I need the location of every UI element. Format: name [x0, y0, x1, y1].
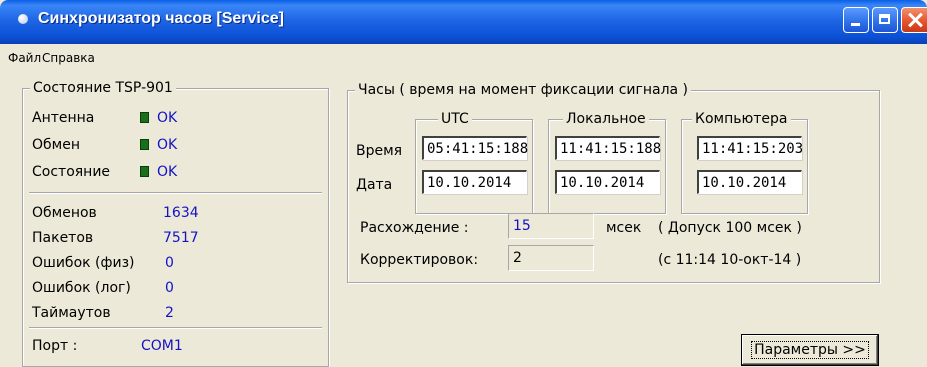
computer-title: Компьютера	[692, 111, 791, 127]
menu-help[interactable]: Справка	[42, 51, 95, 65]
antenna-label: Антенна	[32, 110, 95, 126]
state-status: OK	[157, 164, 178, 180]
exchange-led-icon	[140, 139, 149, 150]
clocks-group: Часы ( время на момент фиксации сигнала …	[347, 82, 880, 283]
utc-title: UTC	[438, 111, 472, 127]
packets-label: Пакетов	[32, 230, 94, 246]
local-title: Локальное	[563, 111, 649, 127]
clocks-group-title: Часы ( время на момент фиксации сигнала …	[355, 82, 692, 98]
corrections-since: (с 11:14 10-окт-14 )	[658, 252, 802, 268]
status-group: Состояние TSP-901 Антенна OK Обмен OK Со…	[22, 80, 329, 367]
computer-group: Компьютера 11:41:15:203 10.10.2014	[681, 111, 808, 214]
parameters-button-label: Параметры >>	[751, 341, 869, 359]
utc-date-field[interactable]: 10.10.2014	[422, 170, 527, 194]
local-time-field[interactable]: 11:41:15:188	[555, 136, 661, 160]
log-errors-label: Ошибок (лог)	[32, 280, 131, 296]
phys-errors-label: Ошибок (физ)	[32, 255, 135, 271]
antenna-status: OK	[157, 110, 178, 126]
maximize-icon[interactable]	[872, 7, 898, 33]
exchange-label: Обмен	[32, 137, 80, 153]
window-title: Синхронизатор часов [Service]	[38, 10, 284, 27]
minimize-icon[interactable]	[843, 7, 869, 33]
phys-errors-value: 0	[165, 255, 174, 271]
corrections-label: Корректировок:	[360, 252, 479, 268]
port-label: Порт :	[32, 338, 78, 354]
timeouts-label: Таймаутов	[32, 305, 111, 321]
menu-file[interactable]: Файл	[8, 51, 41, 65]
discrepancy-value: 15	[508, 213, 594, 239]
app-icon	[18, 14, 28, 24]
log-errors-value: 0	[165, 280, 174, 296]
port-value: COM1	[141, 338, 183, 354]
parameters-button[interactable]: Параметры >>	[741, 334, 879, 366]
computer-date-field[interactable]: 10.10.2014	[697, 170, 802, 194]
time-row-label: Время	[356, 143, 403, 159]
corrections-value: 2	[508, 245, 594, 271]
antenna-led-icon	[140, 112, 149, 123]
close-icon[interactable]	[901, 7, 927, 33]
timeouts-value: 2	[165, 305, 174, 321]
utc-group: UTC 05:41:15:188 10.10.2014	[415, 111, 533, 214]
state-led-icon	[140, 166, 149, 177]
status-group-title: Состояние TSP-901	[30, 80, 176, 96]
menu-bar: Файл Справка	[0, 44, 927, 68]
local-date-field[interactable]: 10.10.2014	[555, 170, 660, 194]
discrepancy-label: Расхождение :	[360, 220, 469, 236]
tolerance-text: ( Допуск 100 мсек )	[658, 220, 802, 236]
exchanges-value: 1634	[163, 205, 199, 221]
state-label: Состояние	[32, 164, 111, 180]
packets-value: 7517	[163, 230, 199, 246]
divider	[29, 327, 322, 329]
utc-time-field[interactable]: 05:41:15:188	[422, 136, 528, 160]
computer-time-field[interactable]: 11:41:15:203	[697, 136, 803, 160]
date-row-label: Дата	[356, 177, 393, 193]
divider	[29, 192, 322, 194]
title-bar[interactable]: Синхронизатор часов [Service]	[0, 0, 927, 44]
discrepancy-unit: мсек	[606, 220, 642, 236]
client-area: Состояние TSP-901 Антенна OK Обмен OK Со…	[0, 68, 927, 367]
exchange-status: OK	[157, 137, 178, 153]
local-group: Локальное 11:41:15:188 10.10.2014	[548, 111, 666, 214]
exchanges-label: Обменов	[32, 205, 97, 221]
